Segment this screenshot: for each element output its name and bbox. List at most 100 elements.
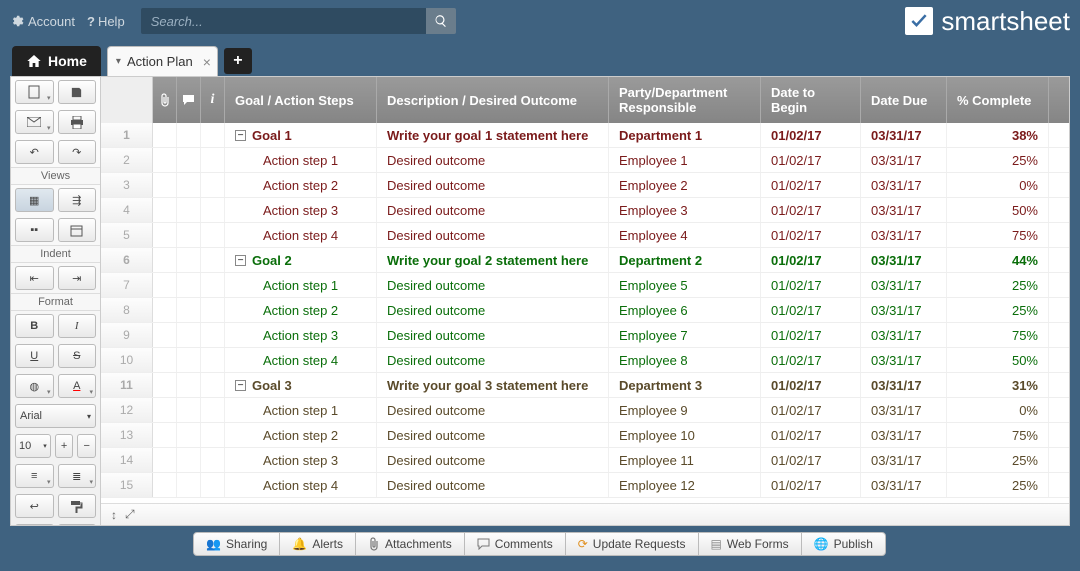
- pct-cell[interactable]: 75%: [947, 423, 1049, 447]
- comment-cell[interactable]: [177, 448, 201, 472]
- attachments-tab[interactable]: Attachments: [355, 532, 465, 556]
- save-button[interactable]: [58, 80, 97, 104]
- table-row[interactable]: 14Action step 3Desired outcomeEmployee 1…: [101, 448, 1069, 473]
- table-row[interactable]: 8Action step 2Desired outcomeEmployee 60…: [101, 298, 1069, 323]
- pct-cell[interactable]: 0%: [947, 398, 1049, 422]
- party-cell[interactable]: Employee 6: [609, 298, 761, 322]
- info-col-header[interactable]: i: [201, 77, 225, 123]
- goal-cell[interactable]: Action step 4: [225, 473, 377, 497]
- updates-tab[interactable]: ⟳Update Requests: [565, 532, 699, 556]
- desc-cell[interactable]: Desired outcome: [377, 148, 609, 172]
- due-cell[interactable]: 03/31/17: [861, 373, 947, 397]
- conditional-format-button[interactable]: ☷: [15, 524, 54, 525]
- data-grid[interactable]: 1−Goal 1Write your goal 1 statement here…: [101, 123, 1069, 503]
- desc-cell[interactable]: Desired outcome: [377, 398, 609, 422]
- table-row[interactable]: 6−Goal 2Write your goal 2 statement here…: [101, 248, 1069, 273]
- info-cell[interactable]: [201, 148, 225, 172]
- due-cell[interactable]: 03/31/17: [861, 473, 947, 497]
- calendar-view-button[interactable]: [58, 218, 97, 242]
- desc-column-header[interactable]: Description / Desired Outcome: [377, 77, 609, 123]
- gantt-view-button[interactable]: ⇶: [58, 188, 97, 212]
- begin-cell[interactable]: 01/02/17: [761, 173, 861, 197]
- attach-cell[interactable]: [153, 173, 177, 197]
- desc-cell[interactable]: Desired outcome: [377, 348, 609, 372]
- goal-cell[interactable]: Action step 1: [225, 398, 377, 422]
- row-number[interactable]: 7: [101, 273, 153, 297]
- begin-cell[interactable]: 01/02/17: [761, 248, 861, 272]
- row-number[interactable]: 2: [101, 148, 153, 172]
- forms-tab[interactable]: ▤Web Forms: [698, 532, 802, 556]
- comment-cell[interactable]: [177, 373, 201, 397]
- attach-col-header[interactable]: [153, 77, 177, 123]
- sharing-tab[interactable]: 👥Sharing: [193, 532, 280, 556]
- pct-cell[interactable]: 25%: [947, 273, 1049, 297]
- row-number[interactable]: 4: [101, 198, 153, 222]
- party-cell[interactable]: Employee 10: [609, 423, 761, 447]
- comment-cell[interactable]: [177, 198, 201, 222]
- due-column-header[interactable]: Date Due: [861, 77, 947, 123]
- comment-cell[interactable]: [177, 273, 201, 297]
- goal-cell[interactable]: Action step 2: [225, 298, 377, 322]
- goal-column-header[interactable]: Goal / Action Steps: [225, 77, 377, 123]
- italic-button[interactable]: I: [58, 314, 97, 338]
- pct-cell[interactable]: 31%: [947, 373, 1049, 397]
- row-number[interactable]: 11: [101, 373, 153, 397]
- row-number[interactable]: 12: [101, 398, 153, 422]
- info-cell[interactable]: [201, 298, 225, 322]
- redo-button[interactable]: ↷: [58, 140, 97, 164]
- row-number[interactable]: 6: [101, 248, 153, 272]
- info-cell[interactable]: [201, 223, 225, 247]
- align-vertical-button[interactable]: ≣▾: [58, 464, 97, 488]
- due-cell[interactable]: 03/31/17: [861, 123, 947, 147]
- row-number[interactable]: 1: [101, 123, 153, 147]
- table-row[interactable]: 7Action step 1Desired outcomeEmployee 50…: [101, 273, 1069, 298]
- table-row[interactable]: 15Action step 4Desired outcomeEmployee 1…: [101, 473, 1069, 498]
- pct-cell[interactable]: 75%: [947, 323, 1049, 347]
- due-cell[interactable]: 03/31/17: [861, 173, 947, 197]
- table-row[interactable]: 11−Goal 3Write your goal 3 statement her…: [101, 373, 1069, 398]
- pct-cell[interactable]: 50%: [947, 198, 1049, 222]
- table-row[interactable]: 9Action step 3Desired outcomeEmployee 70…: [101, 323, 1069, 348]
- row-number[interactable]: 8: [101, 298, 153, 322]
- desc-cell[interactable]: Write your goal 2 statement here: [377, 248, 609, 272]
- begin-cell[interactable]: 01/02/17: [761, 448, 861, 472]
- row-number[interactable]: 5: [101, 223, 153, 247]
- row-number[interactable]: 10: [101, 348, 153, 372]
- pct-cell[interactable]: 0%: [947, 173, 1049, 197]
- comment-cell[interactable]: [177, 398, 201, 422]
- desc-cell[interactable]: Desired outcome: [377, 198, 609, 222]
- add-tab-button[interactable]: +: [224, 48, 252, 74]
- publish-tab[interactable]: 🌐Publish: [801, 532, 886, 556]
- comment-cell[interactable]: [177, 423, 201, 447]
- attach-cell[interactable]: [153, 198, 177, 222]
- party-cell[interactable]: Employee 3: [609, 198, 761, 222]
- comments-tab[interactable]: Comments: [464, 532, 566, 556]
- attach-cell[interactable]: [153, 473, 177, 497]
- info-cell[interactable]: [201, 173, 225, 197]
- due-cell[interactable]: 03/31/17: [861, 398, 947, 422]
- due-cell[interactable]: 03/31/17: [861, 448, 947, 472]
- due-cell[interactable]: 03/31/17: [861, 248, 947, 272]
- pct-cell[interactable]: 25%: [947, 448, 1049, 472]
- attach-cell[interactable]: [153, 398, 177, 422]
- pct-cell[interactable]: 25%: [947, 148, 1049, 172]
- table-row[interactable]: 5Action step 4Desired outcomeEmployee 40…: [101, 223, 1069, 248]
- home-tab[interactable]: Home: [12, 46, 101, 76]
- pct-cell[interactable]: 44%: [947, 248, 1049, 272]
- comment-cell[interactable]: [177, 123, 201, 147]
- grid-view-button[interactable]: ▦: [15, 188, 54, 212]
- goal-cell[interactable]: Action step 4: [225, 223, 377, 247]
- info-cell[interactable]: [201, 348, 225, 372]
- begin-cell[interactable]: 01/02/17: [761, 298, 861, 322]
- comment-cell[interactable]: [177, 148, 201, 172]
- goal-cell[interactable]: Action step 1: [225, 148, 377, 172]
- desc-cell[interactable]: Write your goal 3 statement here: [377, 373, 609, 397]
- table-row[interactable]: 12Action step 1Desired outcomeEmployee 9…: [101, 398, 1069, 423]
- begin-cell[interactable]: 01/02/17: [761, 348, 861, 372]
- strike-button[interactable]: S: [58, 344, 97, 368]
- info-cell[interactable]: [201, 198, 225, 222]
- party-cell[interactable]: Employee 1: [609, 148, 761, 172]
- row-number[interactable]: 13: [101, 423, 153, 447]
- party-cell[interactable]: Employee 11: [609, 448, 761, 472]
- attach-cell[interactable]: [153, 348, 177, 372]
